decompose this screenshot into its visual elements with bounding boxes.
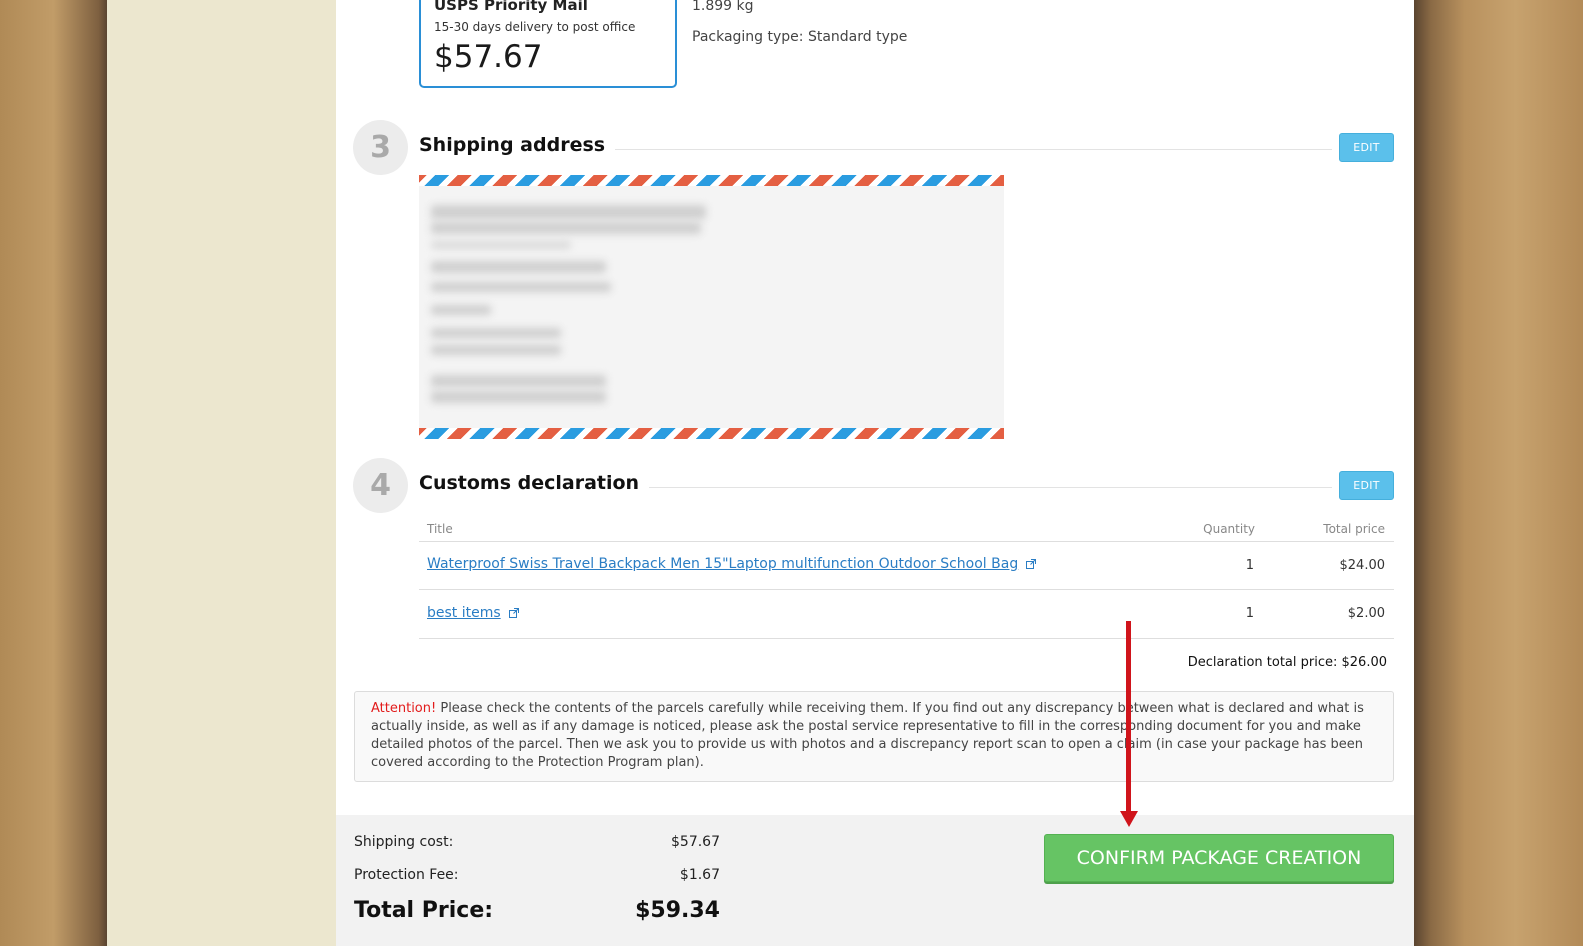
column-header-total-price: Total price: [1323, 522, 1385, 536]
step-4-badge: 4: [353, 458, 408, 513]
background-left: [0, 0, 107, 946]
shipping-cost-value: $57.67: [671, 834, 720, 850]
total-price-value: $59.34: [635, 898, 720, 923]
protection-fee-value: $1.67: [679, 867, 720, 883]
airmail-border-bottom: [419, 428, 1004, 439]
item-price: $24.00: [1339, 558, 1386, 573]
annotation-arrow-head: [1120, 811, 1138, 827]
confirm-package-creation-button[interactable]: CONFIRM PACKAGE CREATION: [1044, 834, 1394, 882]
column-header-quantity: Quantity: [1203, 522, 1255, 536]
shipping-address-title: Shipping address: [419, 134, 616, 156]
carrier-delivery-time: 15-30 days delivery to post office: [434, 20, 636, 34]
step-3-badge: 3: [353, 120, 408, 175]
blurred-address-line: [431, 261, 606, 273]
customs-declaration-title: Customs declaration: [419, 472, 650, 494]
blurred-address-line: [431, 375, 606, 387]
blurred-address-line: [431, 328, 561, 338]
blurred-address-line: [431, 391, 606, 403]
edit-shipping-address-button[interactable]: EDIT: [1339, 133, 1394, 162]
column-header-title: Title: [427, 522, 453, 536]
background-right: [1414, 0, 1583, 946]
left-sidebar-area: [107, 0, 336, 946]
edit-customs-button[interactable]: EDIT: [1339, 471, 1394, 500]
package-weight: 1.899 kg: [692, 0, 754, 14]
packaging-type: Packaging type: Standard type: [692, 29, 908, 45]
item-price: $2.00: [1347, 606, 1385, 621]
attention-text: Please check the contents of the parcels…: [371, 701, 1364, 770]
table-divider: [419, 638, 1394, 639]
attention-label: Attention!: [371, 701, 437, 716]
carrier-name: USPS Priority Mail: [434, 0, 588, 14]
customs-item-link[interactable]: Waterproof Swiss Travel Backpack Men 15"…: [427, 556, 1037, 572]
table-divider: [419, 541, 1394, 542]
address-envelope: [419, 175, 1004, 439]
external-link-icon: [1026, 559, 1037, 569]
protection-fee-label: Protection Fee:: [354, 867, 459, 883]
airmail-border-top: [419, 175, 1004, 186]
external-link-icon: [508, 608, 519, 618]
item-quantity: 1: [1245, 558, 1254, 573]
blurred-address-line: [431, 345, 561, 355]
carrier-price: $57.67: [434, 39, 543, 75]
shipping-cost-label: Shipping cost:: [354, 834, 454, 850]
annotation-arrow: [1126, 621, 1131, 813]
blurred-address-line: [431, 222, 701, 234]
declaration-total: Declaration total price: $26.00: [1187, 655, 1387, 670]
selected-carrier-card[interactable]: USPS Priority Mail 15-30 days delivery t…: [419, 0, 677, 88]
blurred-address-line: [431, 305, 491, 315]
total-price-label: Total Price:: [354, 898, 494, 923]
attention-notice: Attention! Please check the contents of …: [354, 691, 1394, 782]
item-quantity: 1: [1245, 606, 1254, 621]
table-divider: [419, 589, 1394, 590]
blurred-address-line: [431, 241, 571, 249]
blurred-address-line: [431, 282, 611, 292]
customs-item-link[interactable]: best items: [427, 605, 519, 621]
blurred-address-line: [431, 205, 706, 219]
